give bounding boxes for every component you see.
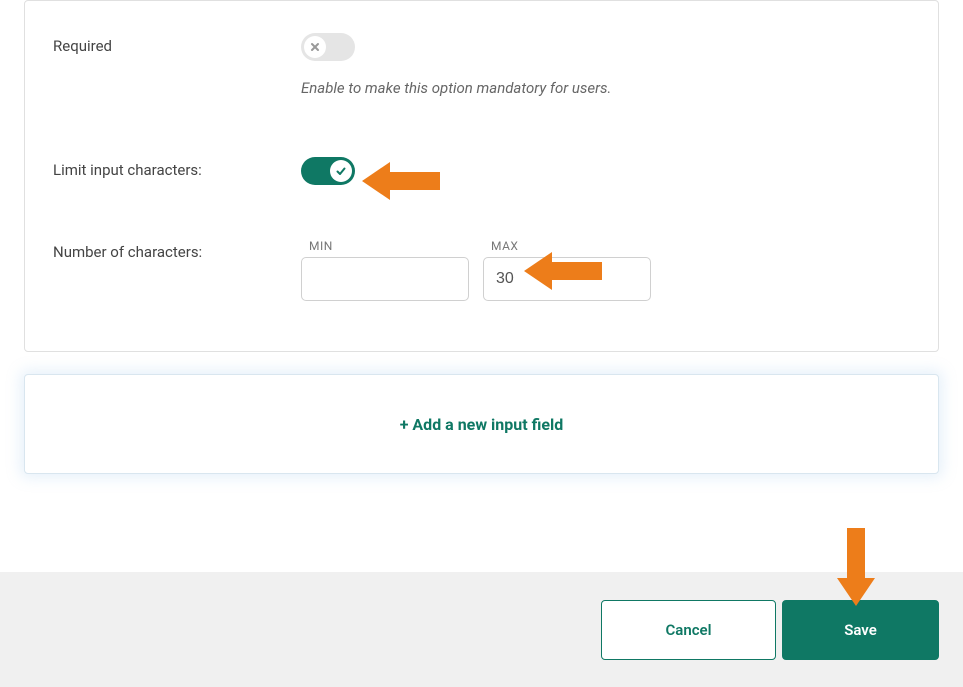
limit-toggle-knob bbox=[330, 160, 352, 182]
cancel-button[interactable]: Cancel bbox=[601, 600, 776, 660]
max-input[interactable] bbox=[483, 257, 651, 301]
field-options-panel: Required Enable to make this option mand… bbox=[24, 0, 939, 352]
save-button[interactable]: Save bbox=[782, 600, 939, 660]
limit-toggle[interactable] bbox=[301, 157, 355, 185]
check-icon bbox=[335, 165, 347, 177]
add-input-field-button[interactable]: + Add a new input field bbox=[24, 374, 939, 474]
chars-label: Number of characters: bbox=[53, 239, 301, 261]
chars-controls: MIN MAX bbox=[301, 239, 910, 301]
cancel-button-label: Cancel bbox=[665, 621, 711, 639]
limit-row: Limit input characters: bbox=[25, 97, 938, 189]
footer-bar: Cancel Save bbox=[0, 572, 963, 687]
add-input-field-label: + Add a new input field bbox=[400, 415, 564, 434]
save-button-label: Save bbox=[844, 621, 877, 639]
chars-input-pair: MIN MAX bbox=[301, 239, 910, 301]
limit-controls bbox=[301, 157, 910, 189]
min-label: MIN bbox=[309, 239, 469, 253]
required-helper: Enable to make this option mandatory for… bbox=[301, 79, 910, 97]
x-icon bbox=[310, 42, 320, 52]
min-group: MIN bbox=[301, 239, 469, 301]
required-label: Required bbox=[53, 33, 301, 55]
limit-label: Limit input characters: bbox=[53, 157, 301, 179]
min-input[interactable] bbox=[301, 257, 469, 301]
max-label: MAX bbox=[491, 239, 651, 253]
required-toggle[interactable] bbox=[301, 33, 355, 61]
required-controls: Enable to make this option mandatory for… bbox=[301, 33, 910, 97]
required-row: Required Enable to make this option mand… bbox=[25, 1, 938, 97]
required-toggle-knob bbox=[304, 36, 326, 58]
max-group: MAX bbox=[483, 239, 651, 301]
chars-row: Number of characters: MIN MAX bbox=[25, 189, 938, 301]
